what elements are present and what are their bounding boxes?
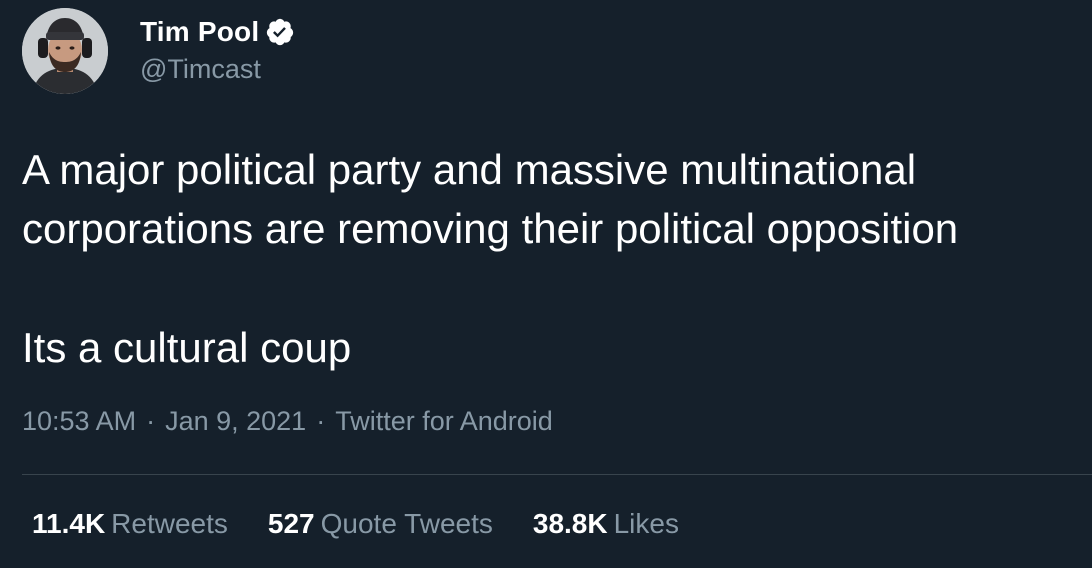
quote-tweets-label: Quote Tweets [320, 508, 493, 539]
tweet-text: A major political party and massive mult… [22, 140, 1082, 377]
quote-tweets-count: 527 [267, 508, 315, 539]
retweets-count: 11.4K [32, 508, 106, 539]
separator-dot: · [316, 406, 326, 436]
verified-badge-icon [265, 17, 295, 47]
likes-label: Likes [613, 508, 679, 539]
tweet-header: Tim Pool @Timcast [22, 8, 295, 94]
avatar[interactable] [22, 8, 108, 94]
timestamp-time[interactable]: 10:53 AM [22, 406, 136, 436]
retweets-label: Retweets [111, 508, 228, 539]
avatar-image [22, 8, 108, 94]
separator-dot: · [146, 406, 156, 436]
tweet-metadata: 10:53 AM · Jan 9, 2021 · Twitter for Android [22, 406, 553, 437]
display-name[interactable]: Tim Pool [140, 16, 259, 48]
tweet-text-line: A major political party and massive mult… [22, 146, 917, 193]
tweet-text-paragraph: Its a cultural coup [22, 324, 352, 371]
author-info: Tim Pool @Timcast [140, 12, 295, 85]
tweet-source[interactable]: Twitter for Android [335, 406, 553, 436]
handle[interactable]: @Timcast [140, 54, 295, 85]
timestamp-date[interactable]: Jan 9, 2021 [165, 406, 306, 436]
tweet-card: Tim Pool @Timcast A major political part… [0, 0, 1092, 568]
tweet-text-line: corporations are removing their politica… [22, 205, 959, 252]
name-row: Tim Pool [140, 12, 295, 52]
likes-count: 38.8K [532, 508, 608, 539]
likes-stat[interactable]: 38.8K Likes [533, 508, 679, 540]
retweets-stat[interactable]: 11.4K Retweets [32, 508, 228, 540]
engagement-stats: 11.4K Retweets 527 Quote Tweets 38.8K Likes [32, 508, 719, 540]
divider [22, 474, 1092, 475]
quote-tweets-stat[interactable]: 527 Quote Tweets [268, 508, 493, 540]
